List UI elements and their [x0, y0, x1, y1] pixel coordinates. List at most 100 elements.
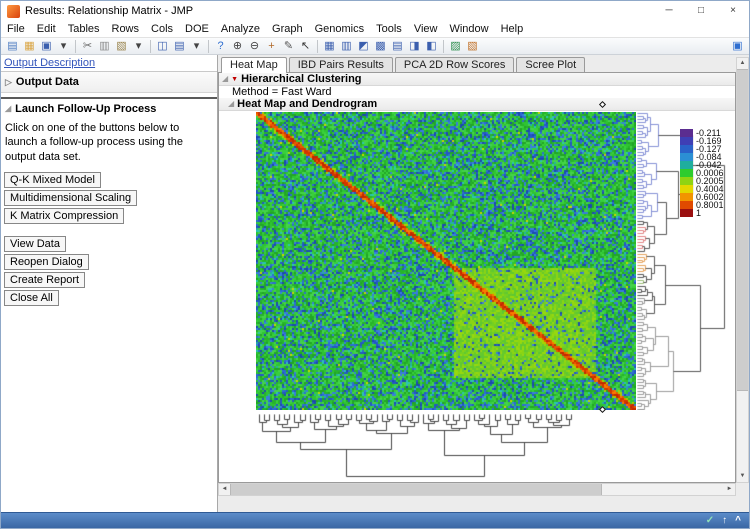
legend-swatch	[680, 161, 693, 169]
clustering-section-header[interactable]: ◢ ▼ Hierarchical Clustering	[219, 73, 735, 86]
tab-heat-map[interactable]: Heat Map	[221, 57, 287, 73]
scroll-down-button[interactable]: ▼	[737, 471, 748, 482]
red-triangle-menu-icon[interactable]: ▼	[231, 76, 238, 83]
menu-item-tables[interactable]: Tables	[62, 23, 106, 35]
legend-swatch	[680, 193, 693, 201]
menu-item-tools[interactable]: Tools	[370, 23, 408, 35]
graph-builder-icon[interactable]: ▩	[372, 39, 389, 54]
heatmap-canvas[interactable]	[256, 112, 636, 410]
button-reopen-dialog[interactable]: Reopen Dialog	[4, 254, 89, 270]
data-table-icon[interactable]: ▦	[321, 39, 338, 54]
launch-section-header[interactable]: ◢ Launch Follow-Up Process	[1, 99, 217, 119]
disclosure-closed-icon[interactable]: ▷	[5, 78, 12, 87]
legend-swatch	[680, 145, 693, 153]
menu-item-help[interactable]: Help	[495, 23, 530, 35]
minimize-button[interactable]: ─	[653, 1, 685, 21]
menu-item-edit[interactable]: Edit	[31, 23, 62, 35]
button-k-matrix-compression[interactable]: K Matrix Compression	[4, 208, 124, 224]
scroll-left-button[interactable]: ◄	[219, 484, 230, 495]
distribution-icon[interactable]: ▥	[338, 39, 355, 54]
journal-icon[interactable]: ◫	[154, 39, 171, 54]
menu-item-file[interactable]: File	[1, 23, 31, 35]
toolbar-separator	[443, 40, 444, 53]
column-dendrogram-canvas[interactable]	[256, 414, 574, 480]
menu-item-graph[interactable]: Graph	[266, 23, 309, 35]
window-list-icon[interactable]: ▣	[729, 39, 746, 54]
horizontal-scrollbar[interactable]: ◄ ►	[218, 483, 736, 496]
output-data-label: Output Data	[16, 76, 79, 88]
new-data-table-icon[interactable]: ▤	[4, 39, 21, 54]
toolbar: ▤▦▣▾✂▥▧▾◫▤▾?⊕⊖+✎↖▦▥◩▩▤◨◧▨▧▣	[1, 37, 749, 55]
grabber-tool-icon[interactable]: +	[263, 39, 280, 54]
report-body: ◢ ▼ Hierarchical Clustering Method = Fas…	[218, 72, 736, 483]
tabulate-icon[interactable]: ▤	[389, 39, 406, 54]
disclosure-open-icon[interactable]: ◢	[5, 105, 11, 113]
heatmap-section-header[interactable]: ◢ Heat Map and Dendrogram	[219, 98, 735, 111]
status-bar: ✓ ↑ ^	[1, 512, 749, 528]
menu-item-rows[interactable]: Rows	[106, 23, 146, 35]
fit-model-icon[interactable]: ◩	[355, 39, 372, 54]
button-row: K Matrix Compression	[1, 208, 217, 226]
close-button[interactable]: ×	[717, 1, 749, 21]
brush-tool-icon[interactable]: ✎	[280, 39, 297, 54]
legend-swatch	[680, 153, 693, 161]
arrow-tool-icon[interactable]: ↖	[297, 39, 314, 54]
menu-item-view[interactable]: View	[408, 23, 444, 35]
save-icon[interactable]: ▣	[38, 39, 55, 54]
launch-title: Launch Follow-Up Process	[15, 103, 156, 115]
journal-dropdown-caret[interactable]: ▾	[188, 39, 205, 54]
menu-item-cols[interactable]: Cols	[145, 23, 179, 35]
copy-icon[interactable]: ▥	[96, 39, 113, 54]
button-view-data[interactable]: View Data	[4, 236, 66, 252]
zoom-out-tool-icon[interactable]: ⊖	[246, 39, 263, 54]
statusbar-icons: ✓ ↑ ^	[706, 513, 741, 529]
button-create-report[interactable]: Create Report	[4, 272, 85, 288]
zoom-in-tool-icon[interactable]: ⊕	[229, 39, 246, 54]
menu-item-analyze[interactable]: Analyze	[215, 23, 266, 35]
layout-icon[interactable]: ▤	[171, 39, 188, 54]
method-text: Method = Fast Ward	[219, 86, 735, 98]
vertical-scroll-thumb[interactable]	[737, 69, 748, 391]
maximize-button[interactable]: □	[685, 1, 717, 21]
report-icon[interactable]: ◨	[406, 39, 423, 54]
left-panel: Output Description ▷ Output Data ◢ Launc…	[1, 55, 218, 512]
cut-icon[interactable]: ✂	[79, 39, 96, 54]
toolbar-separator	[317, 40, 318, 53]
tab-pca-2d-row-scores[interactable]: PCA 2D Row Scores	[395, 57, 514, 72]
menu-item-doe[interactable]: DOE	[179, 23, 215, 35]
pattern-icon[interactable]: ▨	[447, 39, 464, 54]
output-data-section-header[interactable]: ▷ Output Data	[1, 72, 217, 93]
tab-ibd-pairs-results[interactable]: IBD Pairs Results	[289, 57, 393, 72]
vertical-scrollbar[interactable]: ▲ ▼	[736, 57, 749, 483]
disclosure-open-icon[interactable]: ◢	[222, 75, 228, 83]
legend-swatch	[680, 169, 693, 177]
tab-scree-plot[interactable]: Scree Plot	[516, 57, 585, 72]
formula-icon[interactable]: ◧	[423, 39, 440, 54]
toolbar-separator	[150, 40, 151, 53]
legend-label: 1	[696, 209, 701, 217]
open-file-icon[interactable]: ▦	[21, 39, 38, 54]
paste-dropdown-caret[interactable]: ▾	[130, 39, 147, 54]
help-tool-icon[interactable]: ?	[212, 39, 229, 54]
scroll-up-button[interactable]: ▲	[737, 58, 748, 69]
security-status-icon[interactable]: ✓	[706, 513, 714, 529]
upload-status-icon[interactable]: ↑	[722, 513, 727, 529]
button-q-k-mixed-model[interactable]: Q-K Mixed Model	[4, 172, 101, 188]
right-panel: Heat MapIBD Pairs ResultsPCA 2D Row Scor…	[218, 55, 749, 512]
disclosure-open-icon[interactable]: ◢	[228, 100, 234, 108]
button-close-all[interactable]: Close All	[4, 290, 59, 306]
content-area: Output Description ▷ Output Data ◢ Launc…	[1, 55, 749, 512]
paste-icon[interactable]: ▧	[113, 39, 130, 54]
scroll-right-button[interactable]: ►	[724, 484, 735, 495]
legend-entry: 1	[680, 209, 724, 217]
script-icon[interactable]: ▧	[464, 39, 481, 54]
menu-item-window[interactable]: Window	[443, 23, 494, 35]
button-multidimensional-scaling[interactable]: Multidimensional Scaling	[4, 190, 137, 206]
output-description-link[interactable]: Output Description	[4, 57, 95, 69]
menu-item-genomics[interactable]: Genomics	[309, 23, 371, 35]
legend-swatch	[680, 185, 693, 193]
heatmap-legend: -0.211-0.169-0.127-0.084-0.0420.00060.20…	[680, 129, 724, 217]
collapse-window-icon[interactable]: ^	[735, 513, 741, 529]
save-dropdown-caret[interactable]: ▾	[55, 39, 72, 54]
horizontal-scroll-thumb[interactable]	[230, 484, 602, 495]
